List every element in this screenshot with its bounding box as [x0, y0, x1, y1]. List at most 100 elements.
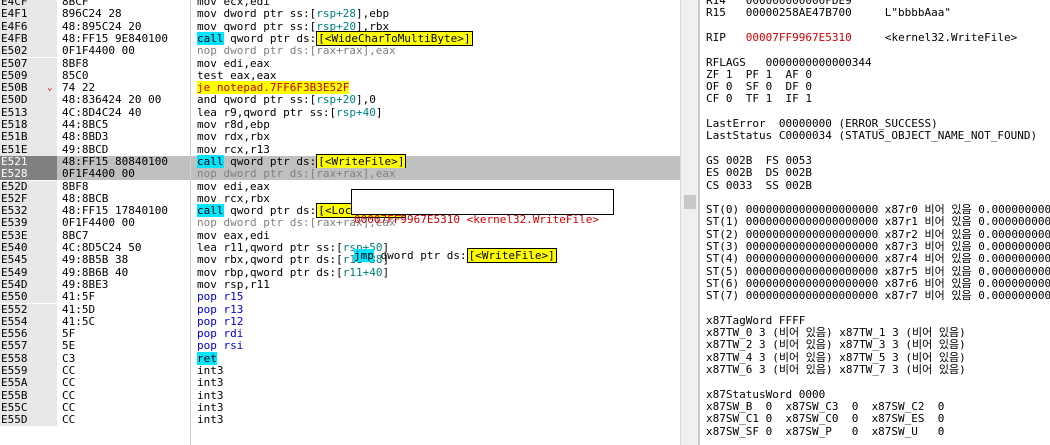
instruction-token: int3 — [197, 364, 224, 377]
register-line[interactable]: ST(5) 00000000000000000000 x87r5 비어 있음 0… — [706, 265, 1050, 278]
instruction-bytes: 0F1F4400 00 — [62, 44, 135, 58]
register-line[interactable]: ES 002B DS 002B — [706, 167, 812, 179]
register-line[interactable]: OF 0 SF 0 DF 0 — [706, 81, 812, 93]
disasm-row[interactable]: E559 CC int3 — [0, 364, 680, 378]
disasm-row[interactable]: E528 0F1F4400 00 nop dword ptr ds:[rax+rax… — [0, 167, 680, 181]
scrollbar-thumb[interactable] — [684, 195, 696, 209]
register-text: ST(3) 00000000000000000000 x87r3 비어 있음 0… — [706, 240, 1050, 253]
register-line[interactable]: x87TW_6 3 (비어 있음) x87TW_7 3 (비어 있음) — [706, 364, 966, 376]
instruction-address: E51B — [1, 131, 28, 144]
register-line[interactable]: ST(3) 00000000000000000000 x87r3 비어 있음 0… — [706, 241, 1050, 253]
register-line[interactable]: R15 00000258AE47B700 L"bbbbAaa" — [706, 7, 951, 19]
register-text: ST(2) 00000000000000000000 x87r2 비어 있음 0… — [706, 227, 1050, 241]
instruction-address: E539 — [1, 217, 28, 230]
disasm-row[interactable]: E554 41:5C pop r12 — [0, 314, 680, 329]
instruction-token: ,ebp — [362, 7, 390, 21]
register-line[interactable]: ST(4) 00000000000000000000 x87r4 비어 있음 0… — [706, 253, 1050, 265]
disasm-row[interactable]: E550 41:5F pop r15 — [0, 290, 680, 304]
register-line[interactable]: x87TW_0 3 (비어 있음) x87TW_1 3 (비어 있음) — [706, 327, 966, 339]
instruction-address: E51E — [1, 143, 28, 156]
register-line[interactable]: x87SW_SF 0 x87SW_P 0 x87SW_U 0 — [706, 425, 944, 438]
register-line[interactable]: x87SW_C1 0 x87SW_C0 0 x87SW_ES 0 — [706, 413, 944, 425]
instruction-token: qword ptr ds: — [223, 154, 317, 168]
column-separator — [190, 0, 191, 445]
disasm-row[interactable]: E51B 48:8BD3 mov rdx,rbx — [0, 130, 680, 144]
register-line[interactable]: ST(1) 00000000000000000000 x87r1 비어 있음 0… — [706, 216, 1050, 228]
instruction-bytes: 8BF8 — [62, 56, 89, 70]
register-line[interactable]: x87TW_2 3 (비어 있음) x87TW_3 3 (비어 있음) — [706, 339, 966, 351]
register-line[interactable]: x87StatusWord 0000 — [706, 388, 825, 401]
register-text: ST(4) 00000000000000000000 x87r4 비어 있음 0… — [706, 252, 1050, 266]
instruction-address: E50D — [1, 94, 28, 107]
instruction-address: E558 — [1, 352, 28, 365]
instruction-address: E55D — [1, 414, 28, 427]
instruction-address: E549 — [1, 266, 28, 279]
instruction-bytes: 896C24 28 — [62, 7, 122, 21]
register-text: ST(6) 00000000000000000000 x87r6 비어 있음 0… — [706, 276, 1050, 290]
registers-panel[interactable]: R14 000000000000FDE9 R15 00000258AE47B700… — [700, 0, 1050, 445]
register-line[interactable]: RIP 00007FF9967E5310 <kernel32.WriteFile… — [706, 30, 1018, 44]
disasm-row[interactable]: E557 5E pop rsi — [0, 340, 680, 353]
register-text: x87SW_C1 0 x87SW_C0 0 x87SW_ES 0 — [706, 412, 945, 426]
instruction-bytes: 0F1F4400 00 — [62, 216, 135, 230]
instruction-address: E52F — [1, 192, 28, 205]
register-line[interactable]: ST(7) 00000000000000000000 x87r7 비어 있음 0… — [706, 290, 1050, 302]
tooltip-label: [<WriteFile>] — [466, 248, 557, 263]
register-line[interactable]: ST(2) 00000000000000000000 x87r2 비어 있음 0… — [706, 227, 1050, 241]
register-line[interactable]: ZF 1 PF 1 AF 0 — [706, 67, 812, 81]
register-text: GS 002B FS 0053 — [706, 153, 812, 167]
disasm-row[interactable]: E552 41:5D pop r13 — [0, 303, 680, 316]
tooltip-opcode: jmp — [354, 249, 374, 262]
register-line[interactable]: GS 002B FS 0053 — [706, 153, 812, 167]
instruction-token: pop r12 — [197, 314, 244, 328]
disasm-row[interactable]: E507 8BF8 mov edi,eax — [0, 56, 680, 70]
instruction-address: E528 — [0, 168, 57, 181]
disasm-row[interactable]: E55C CC int3 — [0, 400, 680, 415]
register-line[interactable]: ST(6) 00000000000000000000 x87r6 비어 있음 0… — [706, 276, 1050, 290]
instruction-bytes: 49:8B5B 38 — [62, 253, 129, 267]
disasm-row[interactable]: E502 0F1F4400 00 nop dword ptr ds:[rax+rax… — [0, 44, 680, 58]
register-text: x87TagWord FFFF — [706, 313, 806, 327]
instruction-token: call — [197, 204, 224, 218]
instruction-token: and qword ptr ss: — [197, 93, 310, 107]
register-line[interactable]: x87TW_4 3 (비어 있음) x87TW_5 3 (비어 있음) — [706, 351, 966, 364]
instruction-token: je notepad.7FF6F3B3E52F — [197, 81, 350, 95]
instruction-bytes: 0F1F4400 00 — [62, 167, 135, 181]
register-line[interactable]: ST(0) 00000000000000000000 x87r0 비어 있음 0… — [706, 204, 1050, 216]
register-line[interactable]: x87TagWord FFFF — [706, 313, 806, 327]
disasm-row[interactable]: E55D CC int3 — [0, 413, 680, 427]
instruction-address: E509 — [1, 69, 28, 82]
instruction-token: int3 — [197, 376, 224, 390]
instruction-token: nop dword ptr ds:[rax+rax],eax — [197, 44, 396, 58]
register-line[interactable]: LastError 00000000 (ERROR_SUCCESS) — [706, 118, 938, 130]
instruction-token: qword ptr ds: — [223, 204, 317, 218]
instruction-token: mov rcx,rbx — [197, 191, 270, 205]
register-line[interactable]: CS 0033 SS 002B — [706, 179, 812, 192]
instruction-address: E557 — [1, 340, 28, 353]
disasm-row[interactable]: E558 C3 ret — [0, 351, 680, 365]
register-line[interactable]: CF 0 TF 1 IF 1 — [706, 93, 812, 105]
instruction-address: E540 — [1, 242, 28, 254]
instruction-token: mov qword ptr ss: — [197, 19, 310, 33]
instruction-token: int3 — [197, 388, 224, 402]
instruction-token: nop dword ptr ds:[rax+rax],eax — [197, 167, 396, 181]
instruction-token: rsp+20 — [316, 93, 356, 107]
register-line[interactable]: x87SW_B 0 x87SW_C3 0 x87SW_C2 0 — [706, 400, 944, 413]
instruction-address: E556 — [1, 328, 28, 341]
disasm-row[interactable]: E556 5F pop rdi — [0, 327, 680, 341]
instruction-address: E552 — [1, 303, 28, 316]
disasm-row[interactable]: E55B CC int3 — [0, 388, 680, 402]
register-text: LastError 00000000 (ERROR_SUCCESS) — [706, 117, 938, 130]
instruction-token: mov dword ptr ss: — [197, 7, 310, 21]
register-line[interactable]: RFLAGS 0000000000000344 — [706, 56, 872, 69]
disasm-row[interactable]: E54D 49:8BE3 mov rsp,r11 — [0, 278, 680, 292]
instruction-token: pop rdi — [197, 327, 244, 341]
disassembly-scrollbar[interactable] — [680, 0, 699, 445]
register-comment: <kernel32.WriteFile> — [851, 30, 1018, 44]
register-line[interactable]: LastStatus C0000034 (STATUS_OBJECT_NAME_… — [706, 130, 1037, 142]
disasm-row[interactable]: E55A CC int3 — [0, 376, 680, 390]
instruction-token: int3 — [197, 400, 224, 414]
register-text: ZF 1 PF 1 AF 0 — [706, 67, 812, 81]
instruction-token: [ — [336, 253, 343, 267]
instruction-bytes: 8BF8 — [62, 179, 89, 193]
